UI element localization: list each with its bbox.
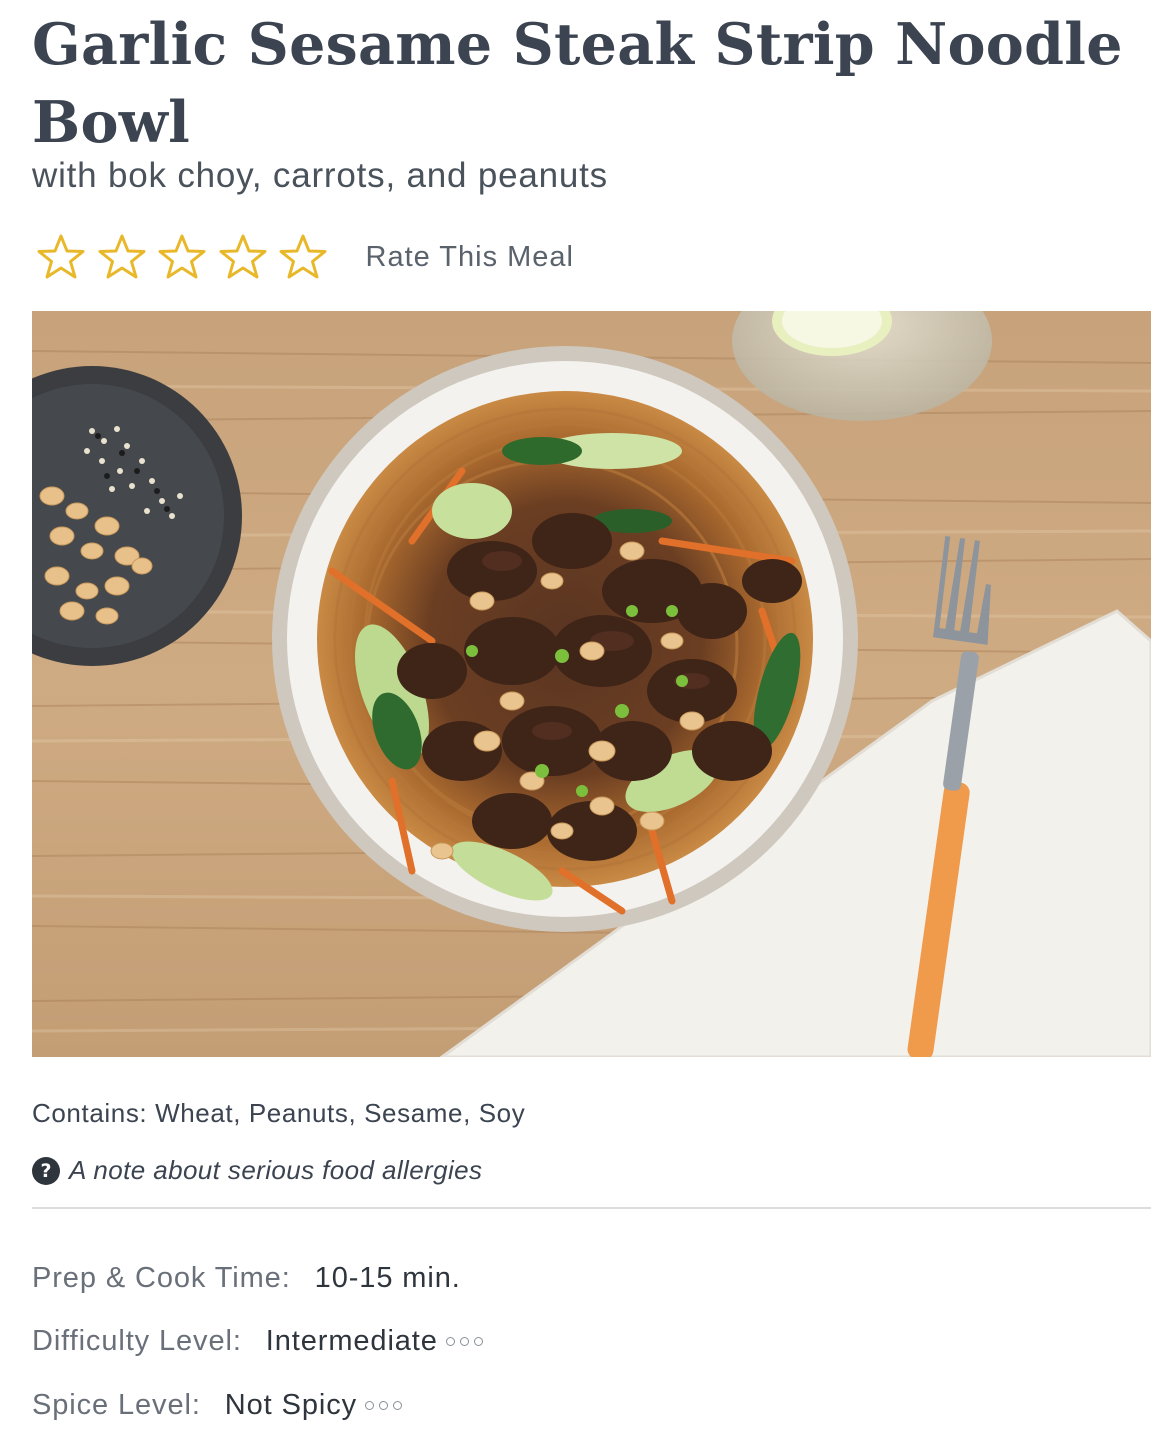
level-dot bbox=[393, 1401, 402, 1410]
meal-title: Garlic Sesame Steak Strip Noodle Bowl bbox=[32, 11, 1123, 156]
level-dot bbox=[445, 1337, 455, 1346]
star-icon[interactable] bbox=[158, 233, 206, 281]
star-icon[interactable] bbox=[98, 233, 146, 281]
allergy-note-text[interactable]: A note about serious food allergies bbox=[69, 1155, 482, 1186]
allergen-list: Contains: Wheat, Peanuts, Sesame, Soy bbox=[32, 1098, 526, 1128]
spice-row: Spice Level: Not Spicy bbox=[32, 1389, 402, 1422]
difficulty-dots bbox=[445, 1337, 483, 1346]
difficulty-value: Intermediate bbox=[265, 1325, 438, 1357]
spice-label: Spice Level: bbox=[32, 1389, 201, 1421]
rating-widget: Rate This Meal bbox=[37, 232, 574, 282]
difficulty-label: Difficulty Level: bbox=[32, 1325, 242, 1357]
allergy-note-link[interactable]: ? A note about serious food allergies bbox=[32, 1155, 482, 1186]
spice-dots bbox=[365, 1401, 402, 1410]
difficulty-row: Difficulty Level: Intermediate bbox=[32, 1325, 483, 1358]
star-icon[interactable] bbox=[37, 233, 85, 281]
level-dot bbox=[459, 1337, 469, 1346]
star-icon[interactable] bbox=[279, 233, 327, 281]
prep-time-label: Prep & Cook Time: bbox=[32, 1262, 291, 1294]
spice-value: Not Spicy bbox=[224, 1389, 357, 1421]
section-divider bbox=[32, 1207, 1151, 1209]
prep-time-row: Prep & Cook Time: 10-15 min. bbox=[32, 1262, 461, 1295]
level-dot bbox=[473, 1337, 483, 1346]
level-dot bbox=[365, 1401, 374, 1410]
star-icon[interactable] bbox=[219, 233, 267, 281]
prep-time-value: 10-15 min. bbox=[314, 1262, 461, 1294]
question-circle-icon: ? bbox=[32, 1156, 60, 1185]
level-dot bbox=[379, 1401, 388, 1410]
meal-photo bbox=[32, 311, 1151, 1057]
meal-subtitle: with bok choy, carrots, and peanuts bbox=[32, 156, 608, 195]
rate-meal-link[interactable]: Rate This Meal bbox=[366, 241, 575, 274]
